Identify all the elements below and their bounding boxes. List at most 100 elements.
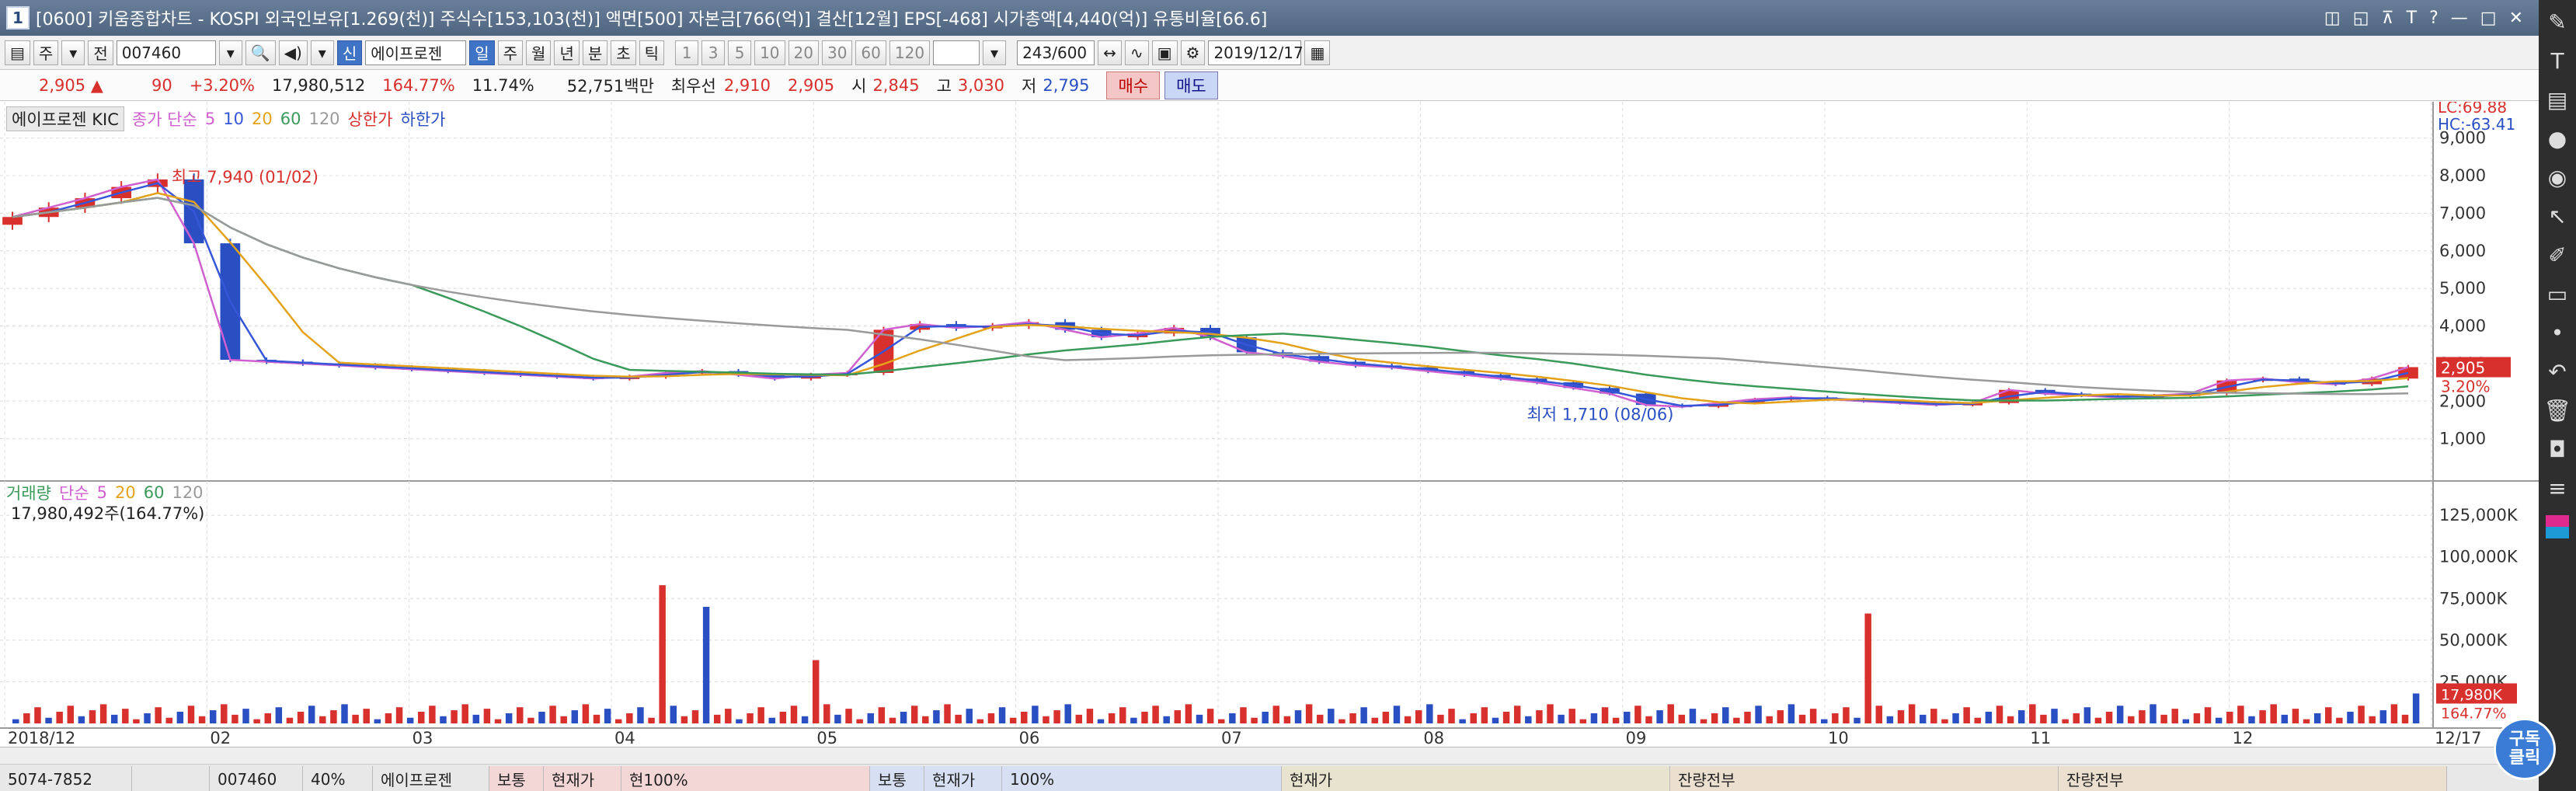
count-field[interactable]: 243/600 <box>1017 40 1095 65</box>
interval-20[interactable]: 20 <box>788 40 819 65</box>
code-dropdown-icon[interactable]: ▾ <box>218 40 242 65</box>
order-type-2[interactable]: 보통 <box>870 766 924 791</box>
trash-icon[interactable]: 🗑 <box>2542 393 2573 427</box>
text-tool-icon[interactable]: T <box>2542 44 2573 78</box>
calendar-icon[interactable]: ▦ <box>1304 40 1331 65</box>
volume-bar <box>702 607 710 723</box>
order-price-2[interactable]: 현재가 <box>924 766 1002 791</box>
marker-icon[interactable]: ▤ <box>2542 82 2573 117</box>
order-qty-4[interactable]: 잔량전부 <box>2059 766 2447 791</box>
order-price-3[interactable]: 현재가 <box>1282 766 1670 791</box>
order-type-1[interactable]: 보통 <box>489 766 544 791</box>
settings-icon[interactable]: ⚙ <box>1180 40 1206 65</box>
text-icon[interactable]: T <box>2407 9 2417 28</box>
tab-week[interactable]: 주 <box>497 40 524 65</box>
vol-ma60-label[interactable]: 60 <box>144 483 165 502</box>
all-button[interactable]: 전 <box>88 40 113 65</box>
list-icon[interactable]: ≡ <box>2542 471 2573 505</box>
chart-svg[interactable]: 2018/12 02 03 04 05 06 07 08 09 10 11 12 12/179,0008… <box>0 102 2539 747</box>
interval-1[interactable]: 1 <box>675 40 699 65</box>
fit-icon[interactable]: ↔ <box>1098 40 1122 65</box>
order-qty-2[interactable]: 100% <box>1002 766 1282 791</box>
minimize-button[interactable]: — <box>2451 9 2468 28</box>
order-qty-1[interactable]: 현100% <box>621 766 870 791</box>
cursor-icon[interactable]: ↖ <box>2542 199 2573 233</box>
save-icon[interactable]: ▣ <box>1151 40 1178 65</box>
order-pct[interactable]: 40% <box>303 766 373 791</box>
volume-bar <box>2139 710 2146 723</box>
interval-30[interactable]: 30 <box>821 40 853 65</box>
volume-bar <box>517 707 524 723</box>
chart-area[interactable]: 에이프로젠 KIC 종가 단순 5 10 20 60 120 상한가 하한가 거… <box>0 102 2539 747</box>
volume-bar <box>385 713 392 723</box>
maximize-button[interactable]: □ <box>2480 9 2497 28</box>
interval-10[interactable]: 10 <box>754 40 785 65</box>
interval-120[interactable]: 120 <box>889 40 931 65</box>
chevron-down-icon[interactable]: ▾ <box>61 40 85 65</box>
ma60-label[interactable]: 60 <box>280 110 301 128</box>
chevron-down-icon[interactable]: ▾ <box>310 40 334 65</box>
chevron-down-icon[interactable]: ▾ <box>983 40 1007 65</box>
vol-ma20-label[interactable]: 20 <box>115 483 136 502</box>
volume-bar <box>1371 717 1378 723</box>
stock-code-input[interactable]: 007460 <box>116 40 216 65</box>
new-icon[interactable]: 신 <box>336 40 363 65</box>
tab-month[interactable]: 월 <box>526 40 552 65</box>
account-field[interactable]: 5074-7852 <box>0 766 132 791</box>
ma5-label[interactable]: 5 <box>205 110 215 128</box>
high-label: 고 <box>936 76 952 96</box>
dot-icon[interactable]: • <box>2542 315 2573 350</box>
tab-minute[interactable]: 분 <box>582 40 608 65</box>
close-button[interactable]: ✕ <box>2509 9 2523 28</box>
eraser-icon[interactable]: ▭ <box>2542 277 2573 311</box>
tab-year[interactable]: 년 <box>554 40 580 65</box>
volume-bar <box>922 716 929 723</box>
volume-bar <box>1941 719 1948 723</box>
turnover: 11.74% <box>472 75 534 95</box>
lightbulb-icon[interactable]: ● <box>2542 121 2573 155</box>
ma10-label[interactable]: 10 <box>223 110 244 128</box>
interval-60[interactable]: 60 <box>855 40 886 65</box>
order-qty-3[interactable]: 잔량전부 <box>1670 766 2059 791</box>
blank-field[interactable] <box>132 766 210 791</box>
vol-ma120-label[interactable]: 120 <box>172 483 203 502</box>
color-swatch-icon[interactable] <box>2542 510 2573 544</box>
sound-icon[interactable]: ◀) <box>278 40 308 65</box>
camera-icon[interactable]: ◘ <box>2542 432 2573 466</box>
upper-limit-label[interactable]: 상한가 <box>348 107 393 131</box>
search-icon[interactable]: 🔍 <box>245 40 276 65</box>
order-code-field[interactable]: 007460 <box>210 766 303 791</box>
tab-day[interactable]: 일 <box>469 40 495 65</box>
pin-icon[interactable]: ⊼ <box>2382 9 2394 28</box>
layout-icon[interactable]: ◫ <box>2324 9 2341 28</box>
ma20-label[interactable]: 20 <box>252 110 273 128</box>
date-field[interactable]: 2019/12/17 <box>1208 40 1304 65</box>
ma120-label[interactable]: 120 <box>308 110 339 128</box>
brush-icon[interactable]: ✐ <box>2542 238 2573 272</box>
volume-bar <box>1470 713 1477 723</box>
split-icon[interactable]: ◱ <box>2353 9 2369 28</box>
volume-bar <box>1152 706 1159 723</box>
interval-3[interactable]: 3 <box>701 40 726 65</box>
undo-icon[interactable]: ↶ <box>2542 354 2573 389</box>
period-select[interactable]: 주 <box>33 40 59 65</box>
menu-icon[interactable]: ▤ <box>5 40 30 65</box>
buy-button[interactable]: 매수 <box>1106 71 1161 99</box>
eye-icon[interactable]: ◉ <box>2542 160 2573 194</box>
tab-tick[interactable]: 틱 <box>639 40 665 65</box>
sell-button[interactable]: 매도 <box>1164 71 1218 99</box>
tab-second[interactable]: 초 <box>611 40 636 65</box>
trend-icon[interactable]: ∿ <box>1124 40 1149 65</box>
help-icon[interactable]: ? <box>2429 9 2438 28</box>
series-name[interactable]: 에이프로젠 KIC <box>6 106 124 131</box>
lower-limit-label[interactable]: 하한가 <box>401 107 446 131</box>
volume-panel-bg <box>0 481 2539 728</box>
interval-5[interactable]: 5 <box>728 40 752 65</box>
custom-interval-input[interactable] <box>933 40 980 65</box>
chart-scrollbar[interactable] <box>0 747 2539 765</box>
pencil-icon[interactable]: ✎ <box>2542 5 2573 39</box>
ma-label[interactable]: 종가 단순 <box>132 107 197 131</box>
vol-ma5-label[interactable]: 5 <box>97 483 107 502</box>
order-price-1[interactable]: 현재가 <box>544 766 621 791</box>
subscribe-badge[interactable]: 구독 클릭 <box>2494 718 2556 780</box>
